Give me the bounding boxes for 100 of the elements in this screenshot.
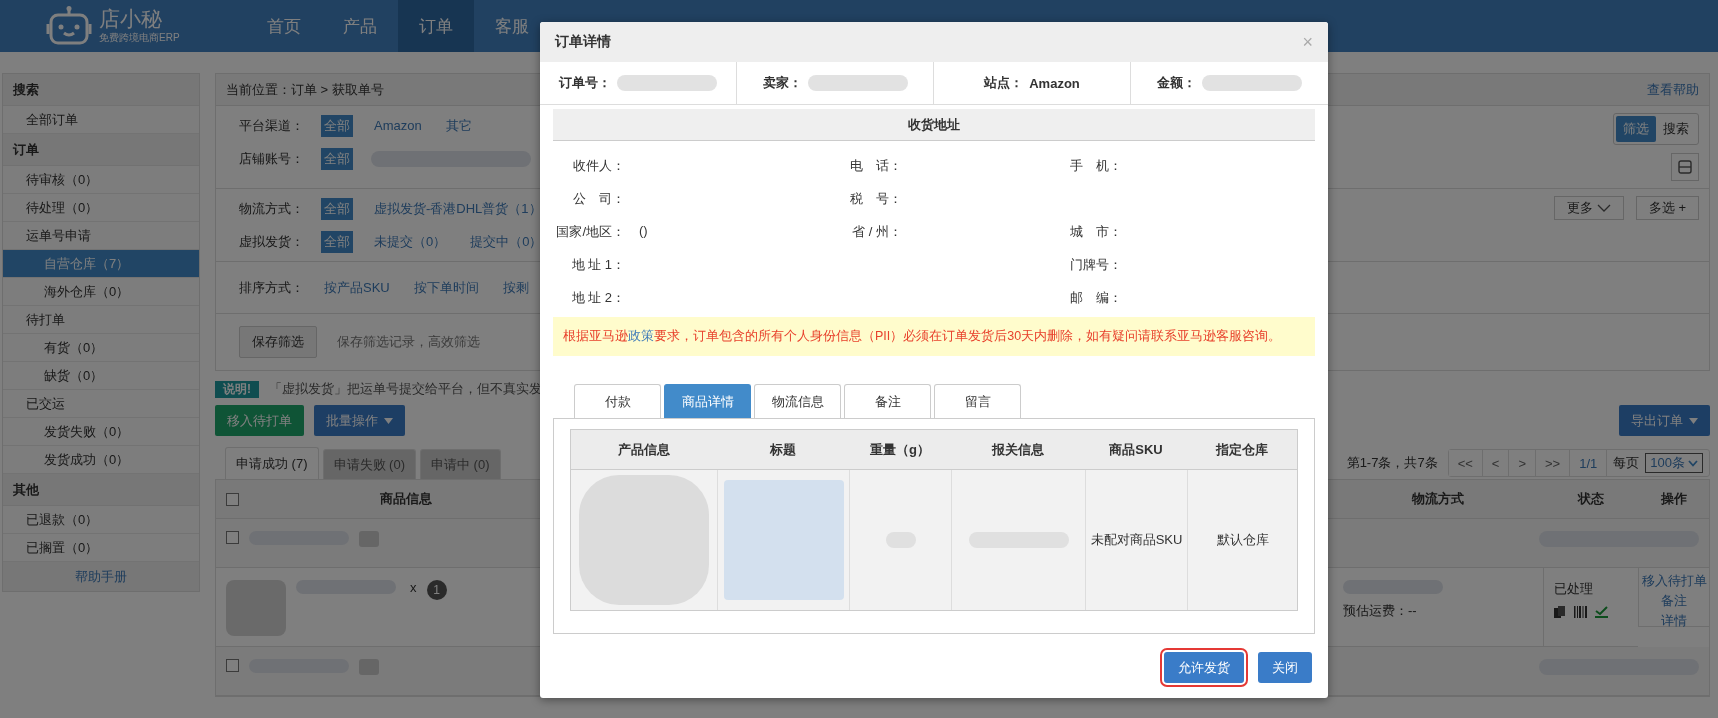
address-field-label: 公 司：	[572, 189, 625, 208]
export-orders-button[interactable]: 导出订单	[1619, 405, 1710, 436]
info-label: 金额：	[1157, 74, 1196, 92]
nav-tab[interactable]: 订单	[398, 0, 474, 52]
row-action-link[interactable]: 备注	[1661, 592, 1687, 610]
address-field-label: 城 市：	[1069, 222, 1122, 241]
filter-option[interactable]: 按产品SKU	[321, 276, 393, 299]
dialog-tab[interactable]: 物流信息	[754, 384, 841, 418]
column-header: 商品信息	[380, 490, 432, 508]
sidebar-section-title: 订单	[3, 134, 199, 166]
caret-icon	[384, 417, 393, 424]
status-text: 已处理	[1554, 580, 1593, 598]
help-manual-link[interactable]: 帮助手册	[75, 567, 127, 586]
save-filter-button[interactable]: 保存筛选	[239, 326, 317, 358]
filter-option[interactable]: 未提交（0）	[371, 230, 450, 253]
column-header: 商品SKU	[1085, 430, 1187, 470]
row-action-link[interactable]: 移入待打单	[1641, 572, 1707, 590]
shipping-fee: 预估运费：--	[1343, 602, 1417, 620]
column-header: 报关信息	[951, 430, 1085, 470]
multi-select-button[interactable]: 多选 +	[1635, 196, 1699, 220]
sidebar-item[interactable]: 待审核（0）	[3, 166, 199, 194]
address-field-label: 手 机：	[1069, 156, 1122, 175]
check-icon	[1595, 606, 1608, 618]
filter-option[interactable]: 全部	[321, 197, 353, 220]
per-page-select[interactable]: 100条	[1645, 453, 1703, 473]
column-header: 产品信息	[571, 430, 717, 470]
address-field-label: 省 / 州：	[851, 222, 902, 241]
info-label: 站点：	[984, 74, 1024, 92]
help-link[interactable]: 查看帮助	[1647, 80, 1699, 99]
address-field-label: 邮 编：	[1069, 288, 1122, 307]
policy-link[interactable]: 政策	[628, 329, 654, 343]
page-button[interactable]: <<	[1448, 450, 1483, 476]
filter-label: 平台渠道：	[239, 116, 305, 135]
address-field-value: ()	[639, 222, 648, 240]
address-field-label: 电 话：	[849, 156, 902, 175]
checkbox[interactable]	[226, 531, 239, 544]
dialog-tab[interactable]: 付款	[574, 384, 661, 418]
filter-option[interactable]: 按下单时间	[410, 276, 482, 299]
list-tab[interactable]: 申请成功 (7)	[225, 447, 319, 479]
checkbox[interactable]	[226, 492, 239, 506]
sidebar-item[interactable]: 已退款（0）	[3, 506, 199, 534]
column-header: 操作	[1660, 490, 1687, 508]
filter-option[interactable]: 全部	[321, 114, 353, 137]
sidebar-item[interactable]: 自营仓库（7）	[3, 250, 199, 278]
table-cell: 默认仓库	[1216, 531, 1269, 549]
filter-label: 虚拟发货：	[239, 232, 305, 251]
column-header: 标题	[717, 430, 849, 470]
nav-tab[interactable]: 首页	[246, 0, 322, 52]
batch-action-button[interactable]: 批量操作	[314, 405, 405, 436]
filter-label: 店铺账号：	[239, 149, 305, 168]
copy-icon	[1554, 606, 1566, 618]
address-field-label: 地 址 1：	[570, 255, 625, 274]
dialog-button[interactable]: 关闭	[1258, 652, 1312, 683]
list-tab[interactable]: 申请中 (0)	[420, 449, 501, 479]
info-value: Amazon	[1029, 75, 1080, 91]
toggle-option[interactable]: 筛选	[1616, 116, 1656, 142]
address-field-label: 税 号：	[849, 189, 902, 208]
robot-logo-icon	[45, 6, 93, 46]
sidebar-item[interactable]: 海外仓库（0）	[3, 278, 199, 306]
filter-label: 排序方式：	[239, 278, 305, 297]
checkbox[interactable]	[226, 659, 239, 672]
dialog-title: 订单详情	[555, 33, 611, 51]
row-action-link[interactable]: 详情	[1661, 612, 1687, 630]
breadcrumb: 当前位置：订单 > 获取单号	[226, 80, 384, 99]
filter-option[interactable]: 全部	[321, 230, 353, 253]
sidebar-item[interactable]: 待打单	[3, 306, 199, 334]
logo-tagline: 免费跨境电商ERP	[99, 31, 180, 45]
page-summary: 第1-7条，共7条	[1346, 454, 1438, 472]
address-field-label: 地 址 2：	[570, 288, 625, 307]
info-label: 订单号：	[559, 74, 611, 92]
dialog-tab[interactable]: 备注	[844, 384, 931, 418]
filter-option[interactable]: 全部	[321, 147, 353, 170]
filter-option[interactable]: 其它	[442, 114, 475, 137]
barcode-icon	[1574, 606, 1587, 618]
layout-button[interactable]	[1671, 153, 1699, 181]
note-text: 「虚拟发货」把运单号提交给平台，但不真实发	[269, 380, 542, 398]
chevron-icon	[1688, 459, 1698, 467]
toggle-option[interactable]: 搜索	[1656, 116, 1696, 142]
sidebar-section-title: 搜索	[3, 74, 199, 106]
privacy-notice: 根据亚马逊政策要求，订单包含的所有个人身份信息（PII）必须在订单发货后30天内删除，如有疑问请联系亚马逊客服咨询。	[553, 317, 1315, 356]
move-to-print-button[interactable]: 移入待打单	[215, 405, 304, 436]
list-tab[interactable]: 申请失败 (0)	[322, 449, 416, 479]
sidebar-section-title: 其他	[3, 474, 199, 506]
sidebar-item[interactable]: 有货（0）	[3, 334, 199, 362]
filter-option[interactable]: 按剩	[499, 276, 532, 299]
sidebar-item[interactable]: 发货失败（0）	[3, 418, 199, 446]
table-cell: 未配对商品SKU	[1090, 531, 1183, 549]
sidebar-item[interactable]: 待处理（0）	[3, 194, 199, 222]
nav-tab[interactable]: 产品	[322, 0, 398, 52]
filter-option[interactable]: Amazon	[371, 116, 425, 135]
dialog-tab[interactable]: 商品详情	[664, 384, 751, 418]
more-button[interactable]: 更多	[1553, 196, 1624, 220]
sidebar-item[interactable]: 已交运	[3, 390, 199, 418]
column-header: 指定仓库	[1187, 430, 1297, 470]
address-field-label: 门牌号：	[1069, 255, 1122, 274]
dialog-tab[interactable]: 留言	[934, 384, 1021, 418]
sidebar-item[interactable]: 缺货（0）	[3, 362, 199, 390]
close-button[interactable]: ×	[1302, 31, 1313, 53]
caret-icon	[1689, 417, 1698, 424]
column-header: 物流方式	[1412, 490, 1464, 508]
